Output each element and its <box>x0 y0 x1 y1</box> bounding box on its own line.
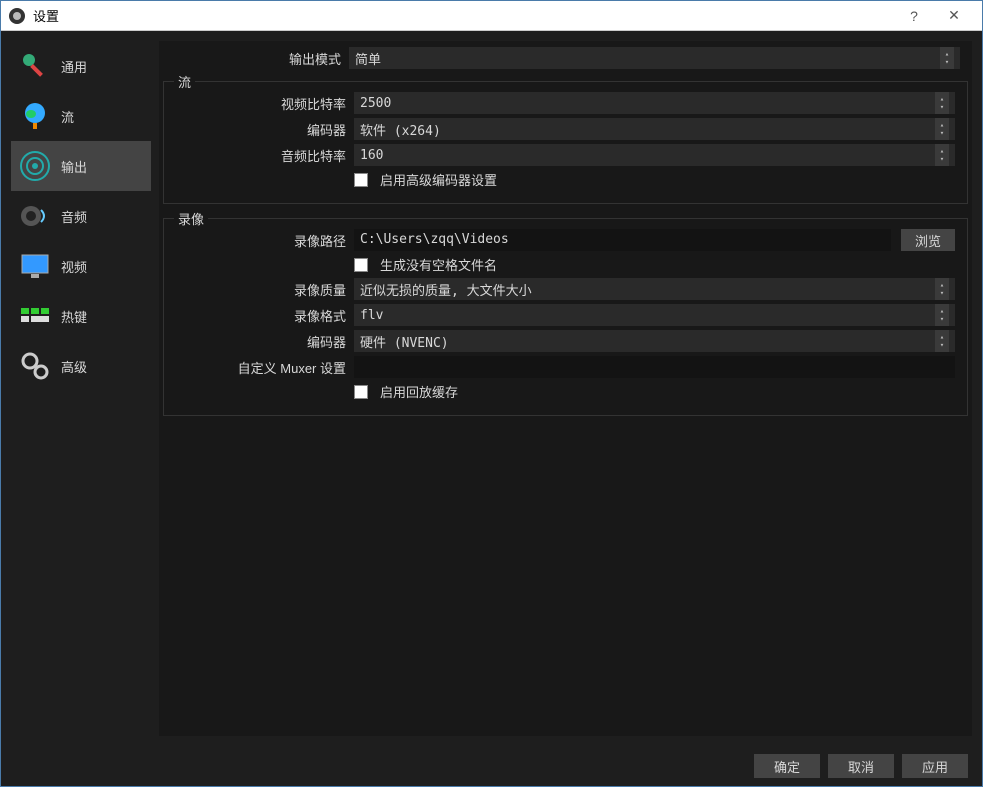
sidebar-item-general[interactable]: 通用 <box>11 41 151 91</box>
sidebar-item-audio[interactable]: 音频 <box>11 191 151 241</box>
titlebar: 设置 ? ✕ <box>1 1 982 31</box>
row-record-format: 录像格式 flv ▴▾ <box>168 302 963 328</box>
updown-icon: ▴▾ <box>935 144 949 166</box>
sidebar-item-label: 流 <box>61 107 74 126</box>
muxer-input[interactable] <box>354 356 955 378</box>
record-quality-select[interactable]: 近似无损的质量, 大文件大小 ▴▾ <box>354 278 955 300</box>
video-bitrate-spin[interactable]: 2500 ▴▾ <box>354 92 955 114</box>
sidebar-item-output[interactable]: 输出 <box>11 141 151 191</box>
body: 通用 流 输出 音频 <box>1 31 982 746</box>
close-button[interactable]: ✕ <box>934 7 974 24</box>
output-mode-select[interactable]: 简单 ▴▾ <box>349 47 960 69</box>
monitor-icon <box>19 250 51 282</box>
replay-label: 启用回放缓存 <box>380 382 458 401</box>
sidebar-item-label: 通用 <box>61 57 87 76</box>
updown-icon: ▴▾ <box>935 330 949 352</box>
record-quality-label: 录像质量 <box>176 280 346 299</box>
main-panel: 输出模式 简单 ▴▾ 流 视频比特率 2500 ▴▾ <box>159 41 972 736</box>
row-output-mode: 输出模式 简单 ▴▾ <box>163 45 968 71</box>
fieldset-record: 录像 录像路径 C:\Users\zqq\Videos 浏览 生成没有空格文件名 <box>163 218 968 416</box>
row-replay: 启用回放缓存 <box>168 380 963 403</box>
output-mode-label: 输出模式 <box>171 49 341 68</box>
sidebar: 通用 流 输出 音频 <box>11 41 151 736</box>
nospace-label: 生成没有空格文件名 <box>380 255 497 274</box>
settings-window: 设置 ? ✕ 通用 流 输出 <box>0 0 983 787</box>
sidebar-item-label: 视频 <box>61 257 87 276</box>
select-value: 近似无损的质量, 大文件大小 <box>360 280 532 299</box>
select-value: 160 <box>360 148 383 163</box>
select-value: 硬件 (NVENC) <box>360 332 449 351</box>
select-value: flv <box>360 308 383 323</box>
wrench-icon <box>19 50 51 82</box>
gears-icon <box>19 350 51 382</box>
globe-icon <box>19 100 51 132</box>
row-audio-bitrate: 音频比特率 160 ▴▾ <box>168 142 963 168</box>
row-video-bitrate: 视频比特率 2500 ▴▾ <box>168 90 963 116</box>
sidebar-item-label: 音频 <box>61 207 87 226</box>
select-value: 简单 <box>355 49 381 68</box>
row-stream-encoder: 编码器 软件 (x264) ▴▾ <box>168 116 963 142</box>
keyboard-icon <box>19 300 51 332</box>
row-record-encoder: 编码器 硬件 (NVENC) ▴▾ <box>168 328 963 354</box>
fieldset-legend: 流 <box>174 72 195 91</box>
speaker-icon <box>19 200 51 232</box>
replay-checkbox[interactable] <box>354 385 368 399</box>
row-nospace: 生成没有空格文件名 <box>168 253 963 276</box>
record-path-label: 录像路径 <box>176 231 346 250</box>
record-format-label: 录像格式 <box>176 306 346 325</box>
record-format-select[interactable]: flv ▴▾ <box>354 304 955 326</box>
stream-advanced-label: 启用高级编码器设置 <box>380 170 497 189</box>
updown-icon: ▴▾ <box>935 92 949 114</box>
sidebar-item-label: 输出 <box>61 157 87 176</box>
broadcast-icon <box>19 150 51 182</box>
window-title: 设置 <box>33 6 894 25</box>
select-value: 软件 (x264) <box>360 120 441 139</box>
video-bitrate-label: 视频比特率 <box>176 94 346 113</box>
app-icon <box>9 8 25 24</box>
updown-icon: ▴▾ <box>940 47 954 69</box>
footer: 确定 取消 应用 <box>1 746 982 786</box>
record-path-input[interactable]: C:\Users\zqq\Videos <box>354 229 891 251</box>
stream-encoder-select[interactable]: 软件 (x264) ▴▾ <box>354 118 955 140</box>
browse-button[interactable]: 浏览 <box>901 229 955 251</box>
cancel-button[interactable]: 取消 <box>828 754 894 778</box>
record-encoder-label: 编码器 <box>176 332 346 351</box>
ok-button[interactable]: 确定 <box>754 754 820 778</box>
nospace-checkbox[interactable] <box>354 258 368 272</box>
stream-encoder-label: 编码器 <box>176 120 346 139</box>
muxer-label: 自定义 Muxer 设置 <box>176 358 346 377</box>
audio-bitrate-label: 音频比特率 <box>176 146 346 165</box>
sidebar-item-advanced[interactable]: 高级 <box>11 341 151 391</box>
row-record-quality: 录像质量 近似无损的质量, 大文件大小 ▴▾ <box>168 276 963 302</box>
audio-bitrate-select[interactable]: 160 ▴▾ <box>354 144 955 166</box>
sidebar-item-stream[interactable]: 流 <box>11 91 151 141</box>
fieldset-legend: 录像 <box>174 209 208 228</box>
spin-value: 2500 <box>360 96 935 111</box>
updown-icon: ▴▾ <box>935 278 949 300</box>
updown-icon: ▴▾ <box>935 304 949 326</box>
sidebar-item-label: 高级 <box>61 357 87 376</box>
sidebar-item-label: 热键 <box>61 307 87 326</box>
row-stream-advanced: 启用高级编码器设置 <box>168 168 963 191</box>
record-encoder-select[interactable]: 硬件 (NVENC) ▴▾ <box>354 330 955 352</box>
updown-icon: ▴▾ <box>935 118 949 140</box>
apply-button[interactable]: 应用 <box>902 754 968 778</box>
help-button[interactable]: ? <box>894 8 934 24</box>
row-muxer: 自定义 Muxer 设置 <box>168 354 963 380</box>
fieldset-stream: 流 视频比特率 2500 ▴▾ 编码器 软件 (x264) <box>163 81 968 204</box>
sidebar-item-hotkeys[interactable]: 热键 <box>11 291 151 341</box>
stream-advanced-checkbox[interactable] <box>354 173 368 187</box>
sidebar-item-video[interactable]: 视频 <box>11 241 151 291</box>
row-record-path: 录像路径 C:\Users\zqq\Videos 浏览 <box>168 227 963 253</box>
